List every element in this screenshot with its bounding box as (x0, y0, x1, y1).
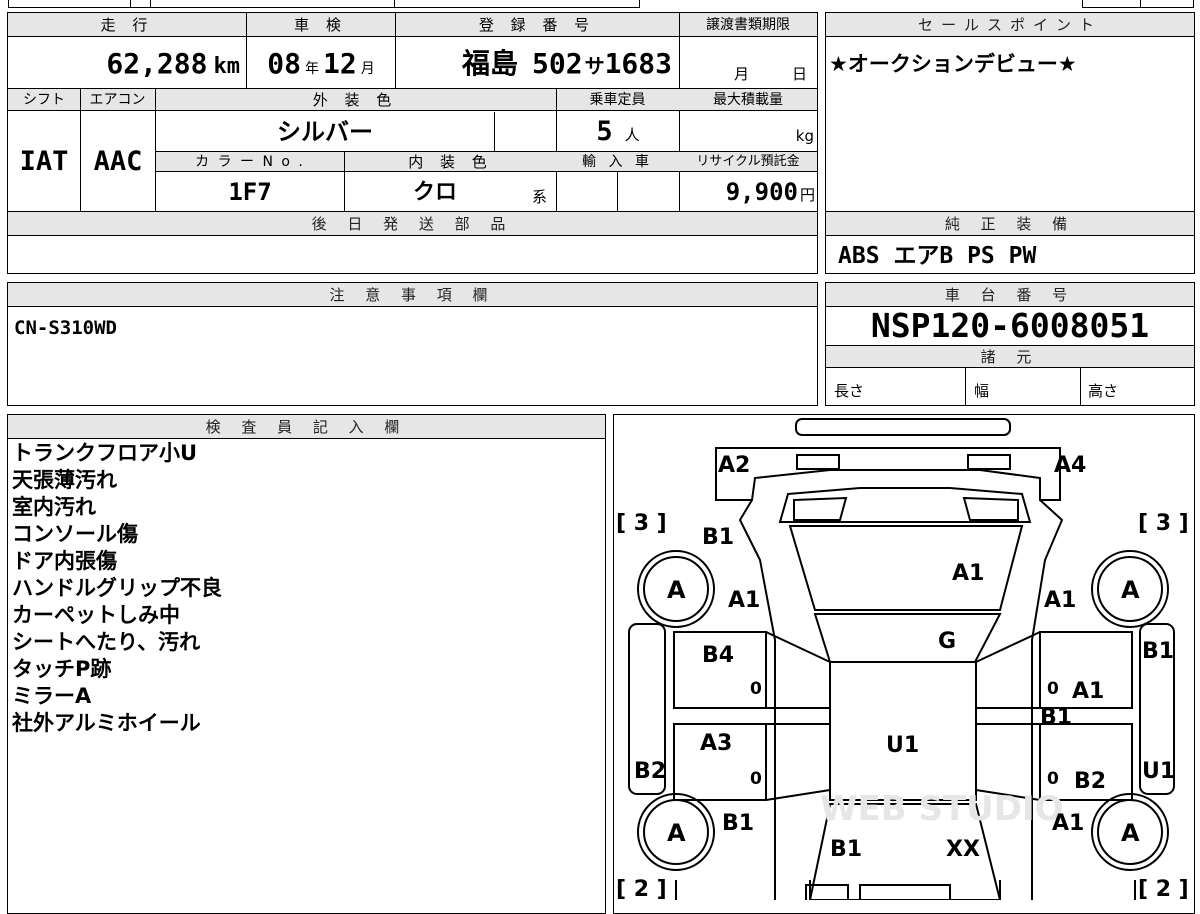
mileage-label: 走 行 (100, 16, 154, 34)
inspector-line: カーペットしみ中 (12, 603, 180, 627)
recycle-label: リサイクル預託金 (696, 154, 800, 169)
mileage-value: 62,288 km (106, 47, 240, 80)
shift-value: IAT (19, 146, 69, 177)
mark-xx: XX (946, 837, 980, 862)
specs-length: 長さ (834, 382, 865, 400)
mark-a1-rr: A1 (1052, 811, 1084, 836)
aircon-label: エアコン (89, 92, 146, 108)
top-strip (8, 0, 640, 8)
transfer-deadline-value: 月 日 (734, 65, 808, 83)
inspector-line: ミラーA (12, 684, 92, 708)
interior-color-suffix: 系 (532, 188, 548, 206)
interior-color-label: 内 装 色 (408, 153, 493, 171)
inspector-line: トランクフロア小U (12, 441, 198, 465)
later-parts-label: 後 日 発 送 部 品 (8, 212, 817, 236)
mark-b2-rr: B2 (1074, 769, 1106, 794)
sales-point-text: ★オークションデビュー★ (829, 52, 1077, 76)
capacity-value: 5人 (596, 116, 640, 147)
mark-zero-a3: 0 (750, 769, 762, 789)
chassis-number: NSP120-6008051 (870, 306, 1150, 345)
exterior-color-label: 外 装 色 (312, 91, 398, 109)
inspector-line: ドア内張傷 (12, 549, 117, 573)
max-load-value: kg (795, 127, 814, 145)
mark-u1-roof: U1 (886, 733, 919, 758)
mark-b1-rmid: B1 (1040, 705, 1072, 730)
sales-point-block (825, 12, 1195, 212)
watermark: WEB STUDIO (820, 789, 1064, 829)
inspector-line: 社外アルミホイール (12, 711, 201, 735)
max-load-label: 最大積載量 (713, 92, 783, 108)
specs-height: 高さ (1088, 382, 1119, 400)
mark-b1-trunk: B1 (830, 837, 862, 862)
inspector-line: コンソール傷 (12, 522, 138, 546)
mark-zero-rd: 0 (1047, 679, 1059, 699)
tire-rl-mark: A (667, 819, 686, 847)
mark-a1-fl: A1 (728, 588, 760, 613)
sales-point-label: セールスポイント (826, 13, 1194, 37)
mark-b1-rl: B1 (722, 811, 754, 836)
inspector-notes: トランクフロア小U 天張薄汚れ 室内汚れ コンソール傷 ドア内張傷 ハンドルグリ… (12, 440, 602, 760)
inspection-label: 車 検 (294, 16, 347, 34)
mark-a4: A4 (1054, 453, 1086, 478)
mark-a3: A3 (700, 731, 732, 756)
recycle-value: 9,900 円 (725, 178, 815, 206)
inspector-line: タッチP跡 (12, 657, 112, 681)
notes-value: CN-S310WD (14, 317, 117, 339)
tread-fr: [ 3 ] (1138, 511, 1189, 536)
chassis-label: 車 台 番 号 (826, 283, 1194, 307)
shift-label: シフト (23, 92, 65, 108)
inspector-line: 室内汚れ (12, 495, 96, 519)
specs-width: 幅 (974, 382, 990, 400)
tread-rl: [ 2 ] (616, 877, 667, 900)
mark-a1-fr: A1 (1044, 588, 1076, 613)
mark-zero-rr: 0 (1047, 769, 1059, 789)
inspector-line: 天張薄汚れ (12, 468, 117, 492)
tread-fl: [ 3 ] (616, 511, 667, 536)
equipment-label: 純 正 装 備 (826, 212, 1194, 236)
inspector-label: 検 査 員 記 入 欄 (8, 415, 605, 439)
mark-b1-rsill: B1 (1142, 639, 1174, 664)
tread-rr: [ 2 ] (1138, 877, 1189, 900)
specs-label: 諸 元 (826, 346, 1194, 368)
tire-fr-mark: A (1121, 576, 1140, 604)
transfer-deadline-label: 譲渡書類期限 (706, 17, 790, 33)
mark-u1-right: U1 (1142, 759, 1175, 784)
tire-fl-mark: A (667, 576, 686, 604)
color-no-value: 1F7 (228, 178, 272, 206)
capacity-label: 乗車定員 (589, 92, 646, 108)
registration-value: 福島 502 サ1683 (461, 47, 672, 80)
notes-label: 注 意 事 項 欄 (8, 283, 817, 307)
mark-b4: B4 (702, 643, 734, 668)
exterior-color-value: シルバー (277, 118, 373, 146)
color-no-label: カ ラ ー N o . (195, 154, 305, 170)
inspector-line: シートへたり、汚れ (12, 630, 201, 654)
inspection-value: 08 年 12 月 (267, 47, 375, 80)
registration-label: 登 録 番 号 (478, 16, 596, 34)
aircon-value: AAC (93, 146, 143, 177)
mark-b1-fl: B1 (702, 525, 734, 550)
import-label: 輸 入 車 (582, 154, 653, 170)
interior-color-value: クロ (412, 180, 457, 205)
mark-a1-rdoor: A1 (1072, 679, 1104, 704)
mark-b2-left: B2 (634, 759, 666, 784)
mark-g: G (938, 629, 956, 654)
mark-a1-hood: A1 (952, 561, 984, 586)
mark-a2: A2 (718, 453, 750, 478)
car-damage-diagram: WEB STUDIO A A A A [ 3 ] [ 3 ] [ 2 ] [ 2… (616, 418, 1189, 900)
equipment-value: ABS エアB PS PW (838, 243, 1037, 269)
tire-rr-mark: A (1121, 819, 1140, 847)
inspector-line: ハンドルグリップ不良 (12, 576, 222, 600)
mark-zero-b4: 0 (750, 679, 762, 699)
